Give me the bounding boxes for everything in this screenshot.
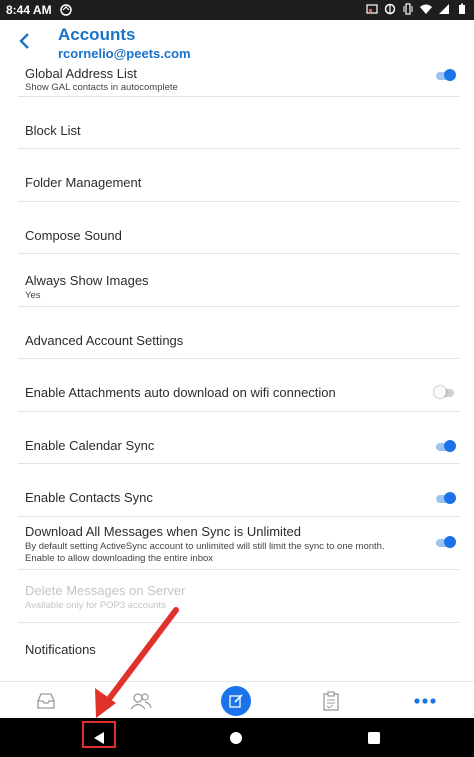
system-navigation-bar — [0, 718, 474, 757]
setting-notifications[interactable]: Notifications — [18, 623, 460, 675]
setting-block-list[interactable]: Block List — [18, 97, 460, 149]
app-header: Accounts rcornelio@peets.com — [0, 20, 474, 64]
status-bar: 8:44 AM — [0, 0, 474, 20]
signal-icon — [439, 4, 449, 14]
settings-list: Global Address List Show GAL contacts in… — [18, 60, 460, 675]
account-email: rcornelio@peets.com — [58, 46, 191, 61]
setting-description: By default setting ActiveSync account to… — [25, 541, 385, 552]
vibrate-icon — [403, 3, 413, 15]
wifi-icon — [420, 4, 432, 14]
setting-label: Delete Messages on Server — [25, 583, 186, 598]
setting-description-line2: Enable to allow downloading the entire i… — [25, 553, 214, 564]
setting-label: Global Address List — [25, 66, 138, 81]
app-notification-icon — [59, 4, 72, 16]
system-recents-icon[interactable] — [354, 718, 394, 757]
setting-description: Show GAL contacts in autocomplete — [25, 82, 178, 93]
setting-delete-messages-on-server: Delete Messages on Server Available only… — [18, 570, 460, 623]
setting-calendar-sync[interactable]: Enable Calendar Sync — [18, 412, 460, 464]
setting-label: Enable Contacts Sync — [25, 490, 153, 505]
setting-label: Advanced Account Settings — [25, 333, 184, 348]
setting-compose-sound[interactable]: Compose Sound — [18, 202, 460, 254]
calendar-sync-toggle[interactable] — [436, 440, 456, 452]
setting-advanced-account-settings[interactable]: Advanced Account Settings — [18, 307, 460, 359]
bottom-navigation — [0, 681, 474, 718]
setting-always-show-images[interactable]: Always Show Images Yes — [18, 254, 460, 307]
attachments-auto-download-toggle[interactable] — [434, 386, 454, 398]
setting-label: Always Show Images — [25, 273, 149, 288]
setting-label: Enable Calendar Sync — [25, 438, 155, 453]
battery-icon — [459, 3, 465, 14]
global-address-list-toggle[interactable] — [436, 69, 456, 81]
system-home-icon[interactable] — [216, 718, 256, 757]
page-title: Accounts — [58, 25, 136, 44]
inbox-icon[interactable] — [26, 682, 66, 719]
setting-label: Block List — [25, 123, 81, 138]
download-all-messages-toggle[interactable] — [436, 536, 456, 548]
cast-icon — [366, 4, 378, 14]
more-icon[interactable] — [405, 682, 445, 719]
setting-label: Folder Management — [25, 175, 142, 190]
compose-icon[interactable] — [216, 682, 256, 719]
setting-label: Download All Messages when Sync is Unlim… — [25, 524, 302, 539]
contacts-icon[interactable] — [121, 682, 161, 719]
setting-label: Notifications — [25, 642, 96, 657]
setting-description: Available only for POP3 accounts — [25, 600, 166, 611]
annotation-highlight-box — [82, 721, 116, 748]
back-arrow-icon[interactable] — [14, 30, 36, 52]
status-time: 8:44 AM — [6, 3, 52, 17]
setting-label: Enable Attachments auto download on wifi… — [25, 385, 336, 400]
data-saver-icon — [384, 3, 396, 15]
tasks-icon[interactable] — [311, 682, 351, 719]
setting-attachments-auto-download[interactable]: Enable Attachments auto download on wifi… — [18, 359, 460, 412]
contacts-sync-toggle[interactable] — [436, 492, 456, 504]
setting-description: Yes — [25, 290, 41, 301]
setting-global-address-list[interactable]: Global Address List Show GAL contacts in… — [18, 60, 460, 97]
setting-download-all-messages[interactable]: Download All Messages when Sync is Unlim… — [18, 517, 460, 570]
setting-folder-management[interactable]: Folder Management — [18, 149, 460, 202]
setting-label: Compose Sound — [25, 228, 122, 243]
setting-contacts-sync[interactable]: Enable Contacts Sync — [18, 464, 460, 517]
